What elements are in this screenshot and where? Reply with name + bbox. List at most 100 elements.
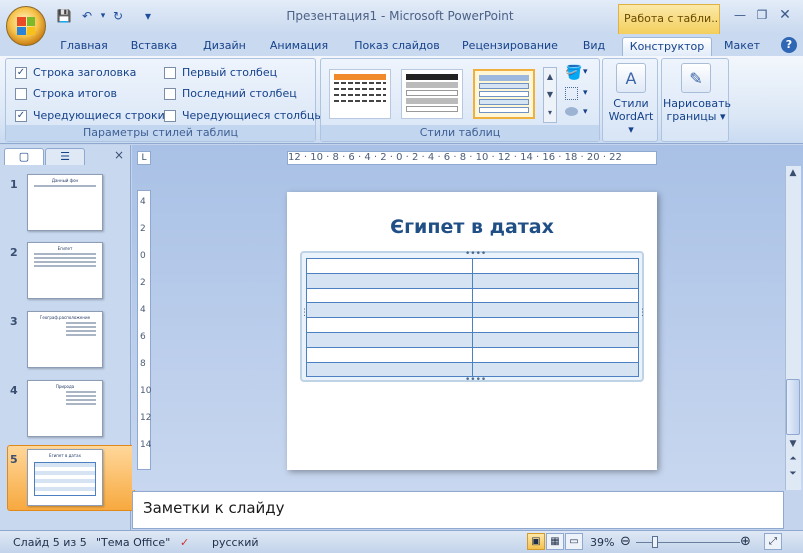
table-cell[interactable]	[306, 346, 473, 363]
style-gallery-scroll[interactable]: ▲ ▼ ▾	[543, 67, 557, 123]
slides-tab-icon[interactable]: ▢	[4, 148, 44, 165]
borders-icon[interactable]	[565, 87, 578, 100]
slide-thumbnail-3[interactable]: Географ.расположение	[27, 311, 103, 368]
slide-sorter-icon[interactable]: ▦	[546, 533, 564, 550]
language[interactable]: русский	[212, 536, 259, 549]
table-style-blue-selected[interactable]	[473, 69, 535, 119]
draw-borders-button[interactable]: ✎ Нарисовать границы ▾	[663, 63, 731, 123]
minimize-button[interactable]: —	[730, 7, 750, 23]
tab-7[interactable]: Вид	[575, 37, 613, 56]
slide-thumbnail-5[interactable]: Египет в датах	[27, 449, 103, 506]
table-cell[interactable]	[472, 272, 639, 289]
resize-handle-left[interactable]: ⋮	[300, 309, 309, 318]
style-option-5[interactable]: Последний столбец	[164, 87, 297, 100]
prev-slide-icon[interactable]: ⏶	[786, 452, 800, 466]
table-cell[interactable]	[306, 272, 473, 289]
table-row[interactable]	[306, 287, 639, 304]
spellcheck-icon[interactable]: ✓	[180, 536, 189, 549]
style-option-3[interactable]: ✓ Чередующиеся строки	[15, 109, 165, 122]
effects-icon[interactable]	[565, 107, 578, 116]
tab-3[interactable]: Дизайн	[196, 37, 253, 56]
table-cell[interactable]	[472, 361, 639, 378]
tab-9[interactable]: Макет	[718, 37, 766, 56]
redo-icon[interactable]: ↻	[109, 8, 127, 24]
slide-thumbnail-2[interactable]: Египет	[27, 242, 103, 299]
zoom-out-icon[interactable]: ⊖	[620, 534, 631, 549]
table-cell[interactable]	[472, 302, 639, 319]
style-option-2[interactable]: Строка итогов	[15, 87, 117, 100]
style-option-label: Первый столбец	[182, 66, 278, 79]
checkbox-icon[interactable]: ✓	[15, 109, 27, 122]
save-icon[interactable]: 💾	[55, 8, 73, 24]
tab-4[interactable]: Анимация	[260, 37, 338, 56]
horizontal-ruler[interactable]: 12 · 10 · 8 · 6 · 4 · 2 · 0 · 2 · 4 · 6 …	[287, 151, 657, 165]
resize-handle-top[interactable]: ••••	[465, 250, 486, 259]
zoom-in-icon[interactable]: ⊕	[740, 534, 751, 549]
shading-icon[interactable]: 🪣	[565, 65, 582, 81]
tab-selector[interactable]: L	[137, 151, 151, 165]
style-options-group: ✓ Строка заголовка Строка итогов ✓ Чередующи…	[5, 58, 323, 142]
style-option-1[interactable]: ✓ Строка заголовка	[15, 66, 136, 79]
table-row[interactable]	[306, 331, 639, 348]
slide-thumbnail-1[interactable]: Данный фон	[27, 174, 103, 231]
table-cell[interactable]	[306, 361, 473, 378]
vertical-ruler[interactable]: 4 2 0 2 4 6 8 10 12 14	[137, 190, 151, 470]
tab-8[interactable]: Конструктор	[622, 37, 712, 56]
table-cell[interactable]	[472, 287, 639, 304]
table-cell[interactable]	[306, 287, 473, 304]
checkbox-icon[interactable]	[164, 87, 176, 100]
table-cell[interactable]	[306, 258, 473, 274]
style-option-6[interactable]: Чередующиеся столбцы	[164, 109, 323, 122]
table-row[interactable]	[306, 258, 639, 274]
next-slide-icon[interactable]: ⏷	[786, 467, 800, 481]
slide-table[interactable]	[306, 258, 639, 378]
table-row[interactable]	[306, 302, 639, 319]
checkbox-icon[interactable]	[164, 66, 176, 79]
zoom-slider-thumb[interactable]	[652, 536, 658, 548]
tab-6[interactable]: Рецензирование	[454, 37, 566, 56]
checkbox-icon[interactable]: ✓	[15, 66, 27, 79]
slide-title[interactable]: Єгипет в датах	[287, 216, 657, 238]
close-panel-icon[interactable]: ×	[114, 148, 124, 162]
table-cell[interactable]	[472, 346, 639, 363]
table-row[interactable]	[306, 317, 639, 333]
table-cell[interactable]	[306, 317, 473, 333]
tab-5[interactable]: Показ слайдов	[346, 37, 448, 56]
table-style-orange[interactable]	[329, 69, 391, 119]
scroll-down-icon[interactable]: ▼	[786, 437, 800, 451]
office-button[interactable]	[6, 6, 46, 46]
table-style-black[interactable]	[401, 69, 463, 119]
table-cell[interactable]	[472, 331, 639, 348]
normal-view-icon[interactable]: ▣	[527, 533, 545, 550]
borders-dropdown-icon[interactable]: ▾	[583, 88, 588, 98]
table-cell[interactable]	[472, 258, 639, 274]
customize-qat-icon[interactable]: ▾	[139, 8, 157, 24]
effects-dropdown-icon[interactable]: ▾	[583, 107, 588, 117]
zoom-level[interactable]: 39%	[590, 536, 614, 549]
checkbox-icon[interactable]	[15, 87, 27, 100]
close-button[interactable]: ✕	[775, 7, 795, 23]
table-row[interactable]	[306, 346, 639, 363]
scroll-thumb[interactable]	[786, 379, 800, 435]
theme-name[interactable]: "Тема Office"	[96, 536, 170, 549]
checkbox-icon[interactable]	[164, 109, 176, 122]
table-row[interactable]	[306, 272, 639, 289]
table-cell[interactable]	[306, 331, 473, 348]
resize-handle-right[interactable]: ⋮	[638, 309, 647, 318]
outline-tab-icon[interactable]: ☰	[45, 148, 85, 165]
slide-thumbnail-4[interactable]: Природа	[27, 380, 103, 437]
tab-2[interactable]: Вставка	[124, 37, 184, 56]
slideshow-icon[interactable]: ▭	[565, 533, 583, 550]
wordart-styles-button[interactable]: A Стили WordArt ▾	[605, 63, 657, 136]
resize-handle-bottom[interactable]: ••••	[465, 376, 486, 385]
notes-placeholder[interactable]: Заметки к слайду	[143, 499, 285, 517]
scroll-up-icon[interactable]: ▲	[786, 166, 800, 180]
style-option-4[interactable]: Первый столбец	[164, 66, 277, 79]
help-icon[interactable]: ?	[781, 37, 797, 53]
tab-1[interactable]: Главная	[52, 37, 116, 56]
restore-button[interactable]: ❐	[752, 7, 772, 23]
fit-to-window-icon[interactable]: ⤢	[764, 533, 782, 550]
table-cell[interactable]	[306, 302, 473, 319]
table-cell[interactable]	[472, 317, 639, 333]
shading-dropdown-icon[interactable]: ▾	[583, 67, 588, 77]
